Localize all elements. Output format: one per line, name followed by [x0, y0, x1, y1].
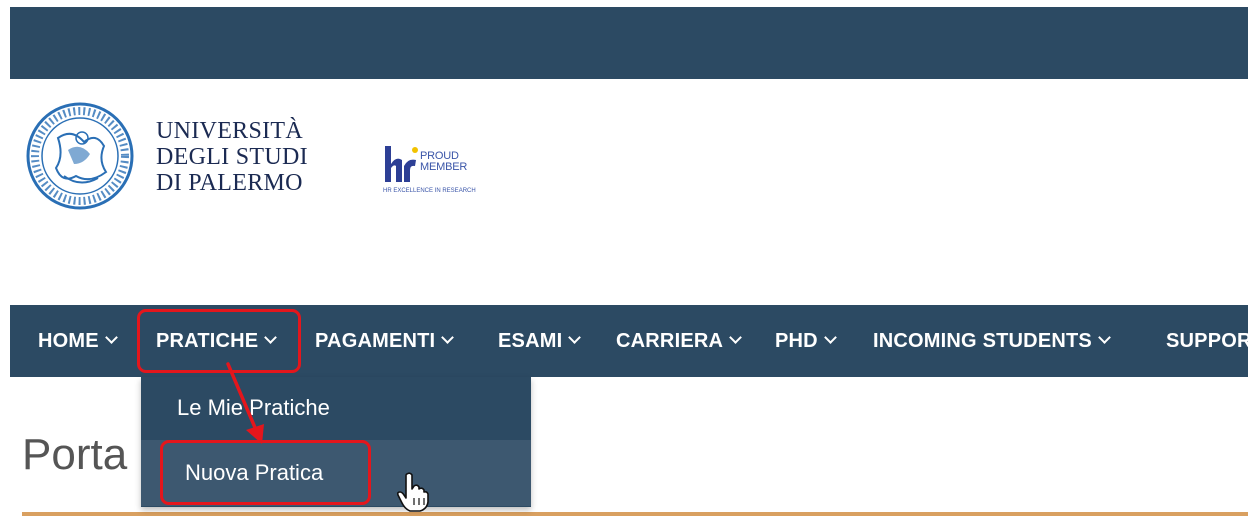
university-seal-icon[interactable]	[24, 98, 136, 214]
nav-item-pagamenti[interactable]: PAGAMENTI	[315, 305, 455, 377]
nav-item-label: SUPPOR	[1166, 330, 1248, 352]
nav-item-home[interactable]: HOME	[38, 305, 118, 377]
nav-item-label: INCOMING STUDENTS	[873, 330, 1092, 352]
chevron-down-icon	[568, 331, 582, 344]
nav-item-label: PHD	[775, 330, 818, 352]
nav-item-label: HOME	[38, 330, 99, 352]
nav-item-esami[interactable]: ESAMI	[498, 305, 582, 377]
hr-badge-subtitle: HR EXCELLENCE IN RESEARCH	[383, 188, 476, 194]
university-name-line-2: DEGLI STUDI	[156, 144, 308, 170]
title-underline	[22, 512, 1248, 516]
chevron-down-icon	[729, 331, 743, 344]
hr-badge-line-2: MEMBER	[420, 161, 468, 173]
chevron-down-icon	[823, 331, 837, 344]
nav-item-label: PAGAMENTI	[315, 330, 436, 352]
hr-excellence-badge[interactable]: PROUD MEMBER HR EXCELLENCE IN RESEARCH	[382, 140, 512, 200]
hand-pointer-cursor-icon	[396, 472, 429, 512]
nav-item-label: ESAMI	[498, 330, 563, 352]
page-title: Porta	[22, 430, 128, 479]
chevron-down-icon	[104, 331, 118, 344]
menu-item-le-mie-pratiche[interactable]: Le Mie Pratiche	[141, 377, 531, 439]
hr-logo-icon	[385, 146, 418, 182]
chevron-down-icon	[441, 331, 455, 344]
nav-item-label: CARRIERA	[616, 330, 724, 352]
nav-item-support[interactable]: SUPPOR	[1166, 305, 1248, 377]
university-name-line-1: UNIVERSITÀ	[156, 118, 303, 144]
nav-item-phd[interactable]: PHD	[775, 305, 837, 377]
university-name-line-3: DI PALERMO	[156, 170, 303, 196]
annotation-arrow-icon	[226, 362, 264, 444]
nav-item-carriera[interactable]: CARRIERA	[616, 305, 743, 377]
chevron-down-icon	[1098, 331, 1111, 344]
top-bar	[10, 7, 1248, 79]
university-name[interactable]: UNIVERSITÀ DEGLI STUDI DI PALERMO	[156, 118, 308, 196]
nav-item-incoming-students[interactable]: INCOMING STUDENTS	[873, 305, 1111, 377]
hr-badge-text: PROUD MEMBER	[420, 151, 467, 173]
